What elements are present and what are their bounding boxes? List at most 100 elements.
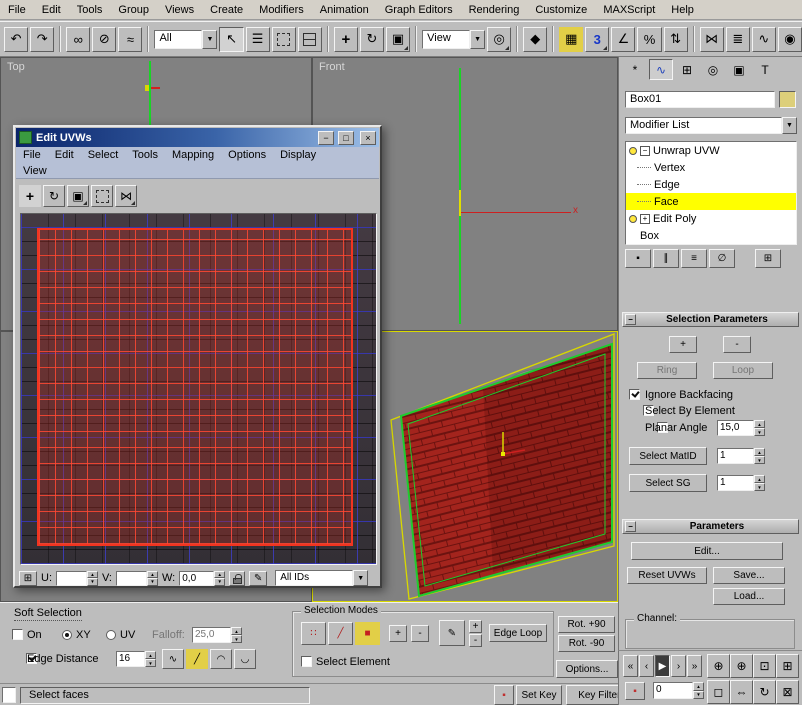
soft-selection-on-checkbox[interactable]	[12, 629, 23, 640]
selection-parameters-rollout-header[interactable]: − Selection Parameters	[622, 312, 799, 327]
spin-up-icon[interactable]: ▲	[214, 571, 225, 579]
shrink-selection-button[interactable]: -	[723, 336, 751, 353]
mirror-icon[interactable]: ⋈	[700, 27, 724, 52]
window-crossing-icon[interactable]	[298, 27, 322, 52]
object-name-field[interactable]: Box01	[625, 91, 775, 108]
ignore-backfacing-checkbox[interactable]	[629, 389, 640, 400]
previous-frame-icon[interactable]: ‹	[639, 655, 654, 677]
menu-modifiers[interactable]: Modifiers	[251, 0, 312, 20]
spin-up-icon[interactable]: ▲	[693, 682, 704, 691]
dropdown-arrow-icon[interactable]: ▼	[353, 570, 368, 586]
zoom-extents-icon[interactable]: ⊡	[753, 654, 776, 678]
go-to-start-icon[interactable]: «	[623, 655, 638, 677]
collapse-icon[interactable]: −	[640, 146, 650, 156]
dropdown-arrow-icon[interactable]: ▼	[202, 30, 217, 49]
undo-icon[interactable]: ↶	[4, 27, 28, 52]
planar-angle-spinner[interactable]: 15,0 ▲▼	[717, 420, 765, 436]
pelt-pen-icon[interactable]: ✎	[249, 571, 267, 586]
object-color-swatch[interactable]	[779, 91, 796, 108]
curve-editor-icon[interactable]: ∿	[752, 27, 776, 52]
redo-icon[interactable]: ↷	[30, 27, 54, 52]
spin-down-icon[interactable]: ▼	[231, 635, 242, 643]
select-link-icon[interactable]: ∞	[66, 27, 90, 52]
spin-down-icon[interactable]: ▼	[147, 578, 158, 586]
modifier-list-dropdown[interactable]: Modifier List	[625, 117, 782, 134]
uvw-mirror-icon[interactable]: ⋈	[115, 185, 137, 207]
material-editor-icon[interactable]: ◉	[778, 27, 802, 52]
menu-file[interactable]: File	[0, 0, 34, 20]
spin-up-icon[interactable]: ▲	[754, 420, 765, 428]
uvw-menu-tools[interactable]: Tools	[125, 147, 165, 163]
uvw-menu-select[interactable]: Select	[81, 147, 126, 163]
pivot-center-icon[interactable]: ◎	[487, 27, 511, 52]
grow-uv-selection-button[interactable]: +	[389, 625, 407, 642]
uvw-menu-options[interactable]: Options	[221, 147, 273, 163]
spin-down-icon[interactable]: ▼	[214, 578, 225, 586]
key-mode-toggle-icon[interactable]: ▪	[625, 682, 645, 700]
pan-icon[interactable]: ⇔	[730, 680, 753, 704]
menu-create[interactable]: Create	[202, 0, 251, 20]
dropdown-arrow-icon[interactable]: ▼	[782, 117, 797, 134]
spin-down-icon[interactable]: ▼	[87, 578, 98, 586]
spin-up-icon[interactable]: ▲	[754, 448, 765, 456]
edge-mode-icon[interactable]: ╱	[328, 622, 353, 645]
uvw-rotate-icon[interactable]: ↻	[43, 185, 65, 207]
zoom-region-icon[interactable]: ◻	[707, 680, 730, 704]
maximize-viewport-icon[interactable]: ⊠	[776, 680, 799, 704]
stack-item-edit-poly[interactable]: + Edit Poly	[626, 210, 796, 227]
viewport-top-label[interactable]: Top	[7, 61, 25, 73]
uvw-move-icon[interactable]: +	[19, 185, 41, 207]
menu-graph-editors[interactable]: Graph Editors	[377, 0, 461, 20]
stack-item-unwrap-uvw[interactable]: − Unwrap UVW	[626, 142, 796, 159]
u-spinner[interactable]: ▲▼	[56, 571, 98, 586]
shrink-uv-selection-button[interactable]: -	[411, 625, 429, 642]
spin-down-icon[interactable]: ▼	[754, 483, 765, 491]
save-uvws-button[interactable]: Save...	[713, 567, 785, 584]
zoom-extents-all-icon[interactable]: ⊞	[776, 654, 799, 678]
menu-rendering[interactable]: Rendering	[461, 0, 528, 20]
current-frame-spinner[interactable]: 0 ▲▼	[653, 682, 704, 699]
tab-utilities-icon[interactable]: T	[753, 59, 777, 80]
angle-snap-icon[interactable]: ∠	[611, 27, 635, 52]
face-mode-icon[interactable]: ■	[355, 622, 380, 645]
uvw-freeform-icon[interactable]	[91, 185, 113, 207]
zoom-icon[interactable]: ⊕	[707, 654, 730, 678]
selected-uv-faces[interactable]	[37, 228, 353, 546]
spin-up-icon[interactable]: ▲	[87, 571, 98, 579]
grow-selection-button[interactable]: +	[669, 336, 697, 353]
maximize-icon[interactable]: □	[338, 131, 354, 145]
reference-coordinate-dropdown[interactable]: View ▼	[422, 30, 485, 49]
spin-up-icon[interactable]: ▲	[754, 475, 765, 483]
modifier-enable-bulb-icon[interactable]	[629, 147, 637, 155]
remove-modifier-icon[interactable]: ∅	[709, 249, 735, 268]
select-sg-button[interactable]: Select SG	[629, 474, 707, 492]
falloff-curve-slow-icon[interactable]: ◠	[210, 649, 232, 669]
v-spinner[interactable]: ▲▼	[116, 571, 158, 586]
spin-down-icon[interactable]: ▼	[693, 691, 704, 700]
spin-down-icon[interactable]: ▼	[145, 659, 156, 667]
set-key-icon[interactable]: ▪	[494, 685, 514, 705]
select-scale-icon[interactable]: ▣	[386, 27, 410, 52]
uvw-menu-file[interactable]: File	[16, 147, 48, 163]
tab-hierarchy-icon[interactable]: ⊞	[675, 59, 699, 80]
brush-size-up-button[interactable]: +	[469, 620, 482, 633]
select-rotate-icon[interactable]: ↻	[360, 27, 384, 52]
uv-radio[interactable]	[106, 630, 116, 640]
rectangular-selection-icon[interactable]	[272, 27, 296, 52]
select-element-checkbox[interactable]	[301, 656, 312, 667]
close-icon[interactable]: ×	[360, 131, 376, 145]
menu-help[interactable]: Help	[663, 0, 702, 20]
rotate-minus-90-button[interactable]: Rot. -90	[558, 635, 615, 652]
uvw-menu-mapping[interactable]: Mapping	[165, 147, 221, 163]
keyboard-override-icon[interactable]: ▦	[559, 27, 583, 52]
stack-item-face-selected[interactable]: Face	[626, 193, 796, 210]
menu-views[interactable]: Views	[157, 0, 202, 20]
select-move-icon[interactable]: +	[334, 27, 358, 52]
unlink-icon[interactable]: ⊘	[92, 27, 116, 52]
w-spinner[interactable]: 0,0 ▲▼	[179, 571, 225, 586]
layer-manager-icon[interactable]: ≣	[726, 27, 750, 52]
tab-modify-icon[interactable]: ∿	[649, 59, 673, 80]
viewport-front-label[interactable]: Front	[319, 61, 345, 73]
vertex-mode-icon[interactable]: ∷	[301, 622, 326, 645]
reset-uvws-button[interactable]: Reset UVWs	[627, 567, 707, 584]
